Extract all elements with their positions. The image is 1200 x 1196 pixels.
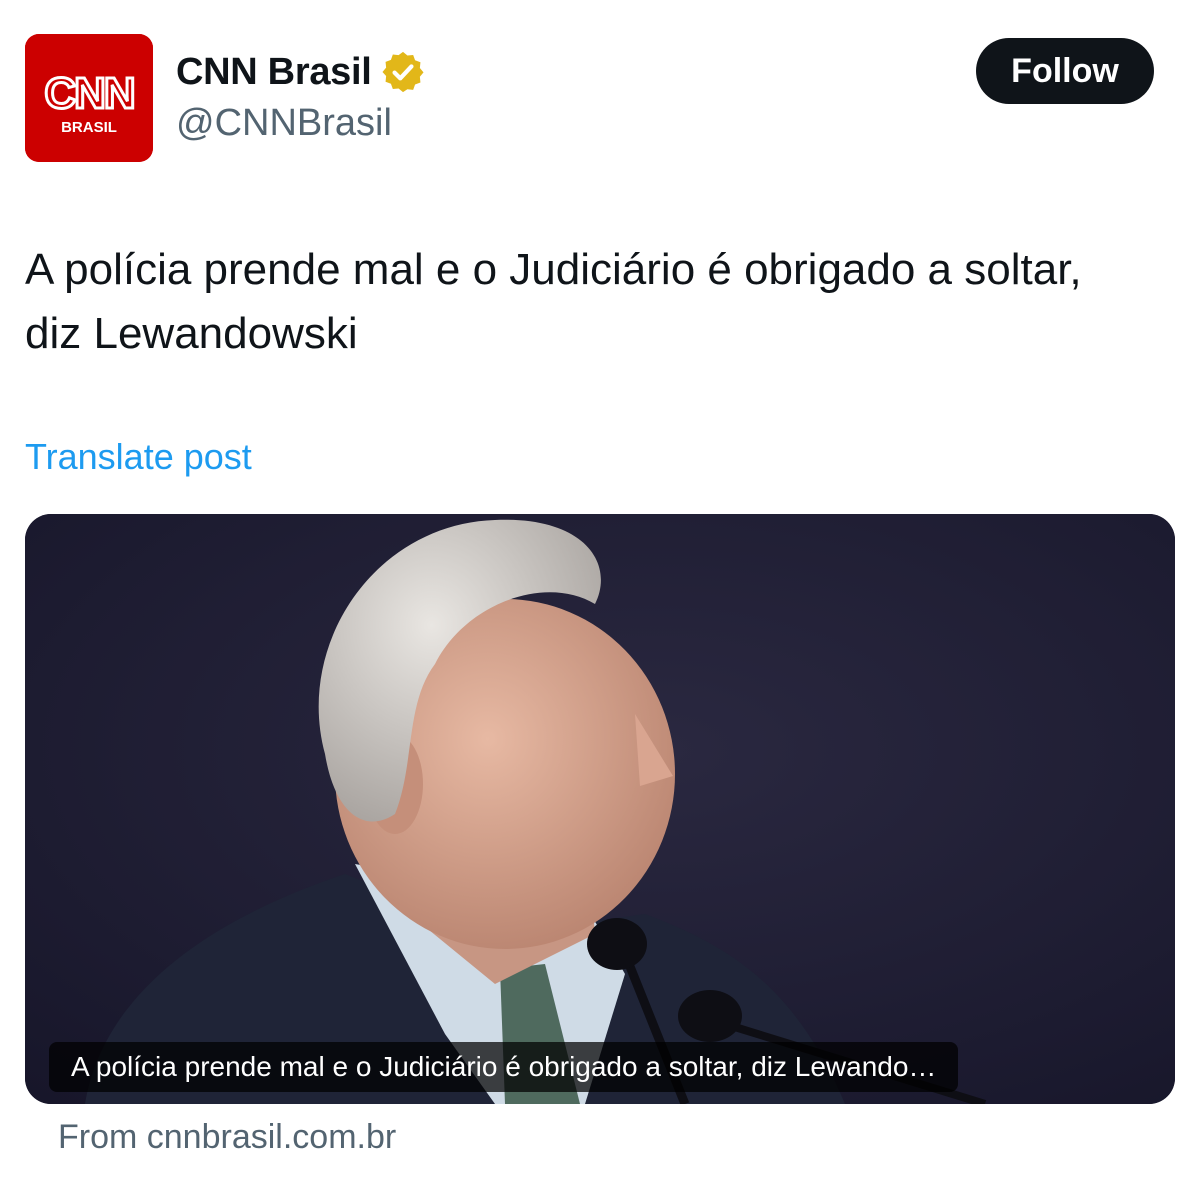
svg-text:CNN: CNN [44, 69, 133, 118]
verified-badge-icon [381, 51, 424, 93]
link-card[interactable]: A polícia prende mal e o Judiciário é ob… [25, 514, 1175, 1104]
cnn-brasil-logo: CNN BRASIL [25, 34, 153, 162]
account-handle[interactable]: @CNNBrasil [176, 102, 392, 145]
post-text: A polícia prende mal e o Judiciário é ob… [25, 245, 1082, 358]
translate-post-link[interactable]: Translate post [25, 436, 252, 478]
article-photo [25, 514, 1175, 1104]
link-card-caption: A polícia prende mal e o Judiciário é ob… [49, 1042, 959, 1092]
display-name[interactable]: CNN Brasil [176, 51, 372, 94]
svg-text:BRASIL: BRASIL [61, 119, 117, 136]
avatar[interactable]: CNN BRASIL [25, 34, 153, 162]
author-name-row: CNN Brasil [176, 48, 426, 96]
link-source[interactable]: From cnnbrasil.com.br [58, 1118, 396, 1157]
follow-button[interactable]: Follow [976, 38, 1154, 104]
